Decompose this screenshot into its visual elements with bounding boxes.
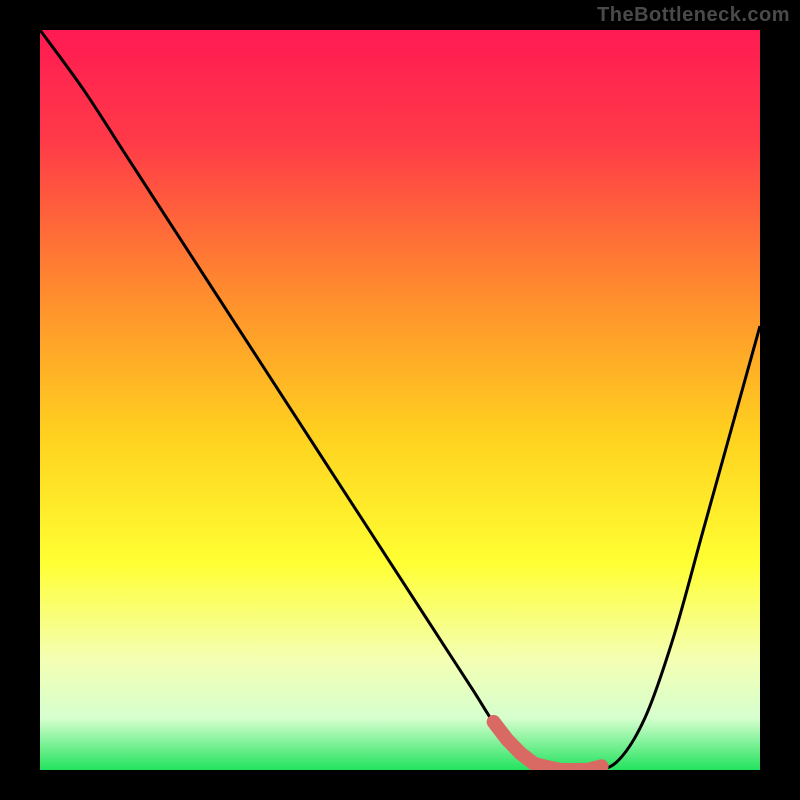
chart-frame: TheBottleneck.com <box>0 0 800 800</box>
watermark-text: TheBottleneck.com <box>597 4 790 27</box>
optimal-marker <box>494 722 602 770</box>
bottleneck-curve <box>40 30 760 770</box>
plot-area <box>40 30 760 770</box>
curve-layer <box>40 30 760 770</box>
